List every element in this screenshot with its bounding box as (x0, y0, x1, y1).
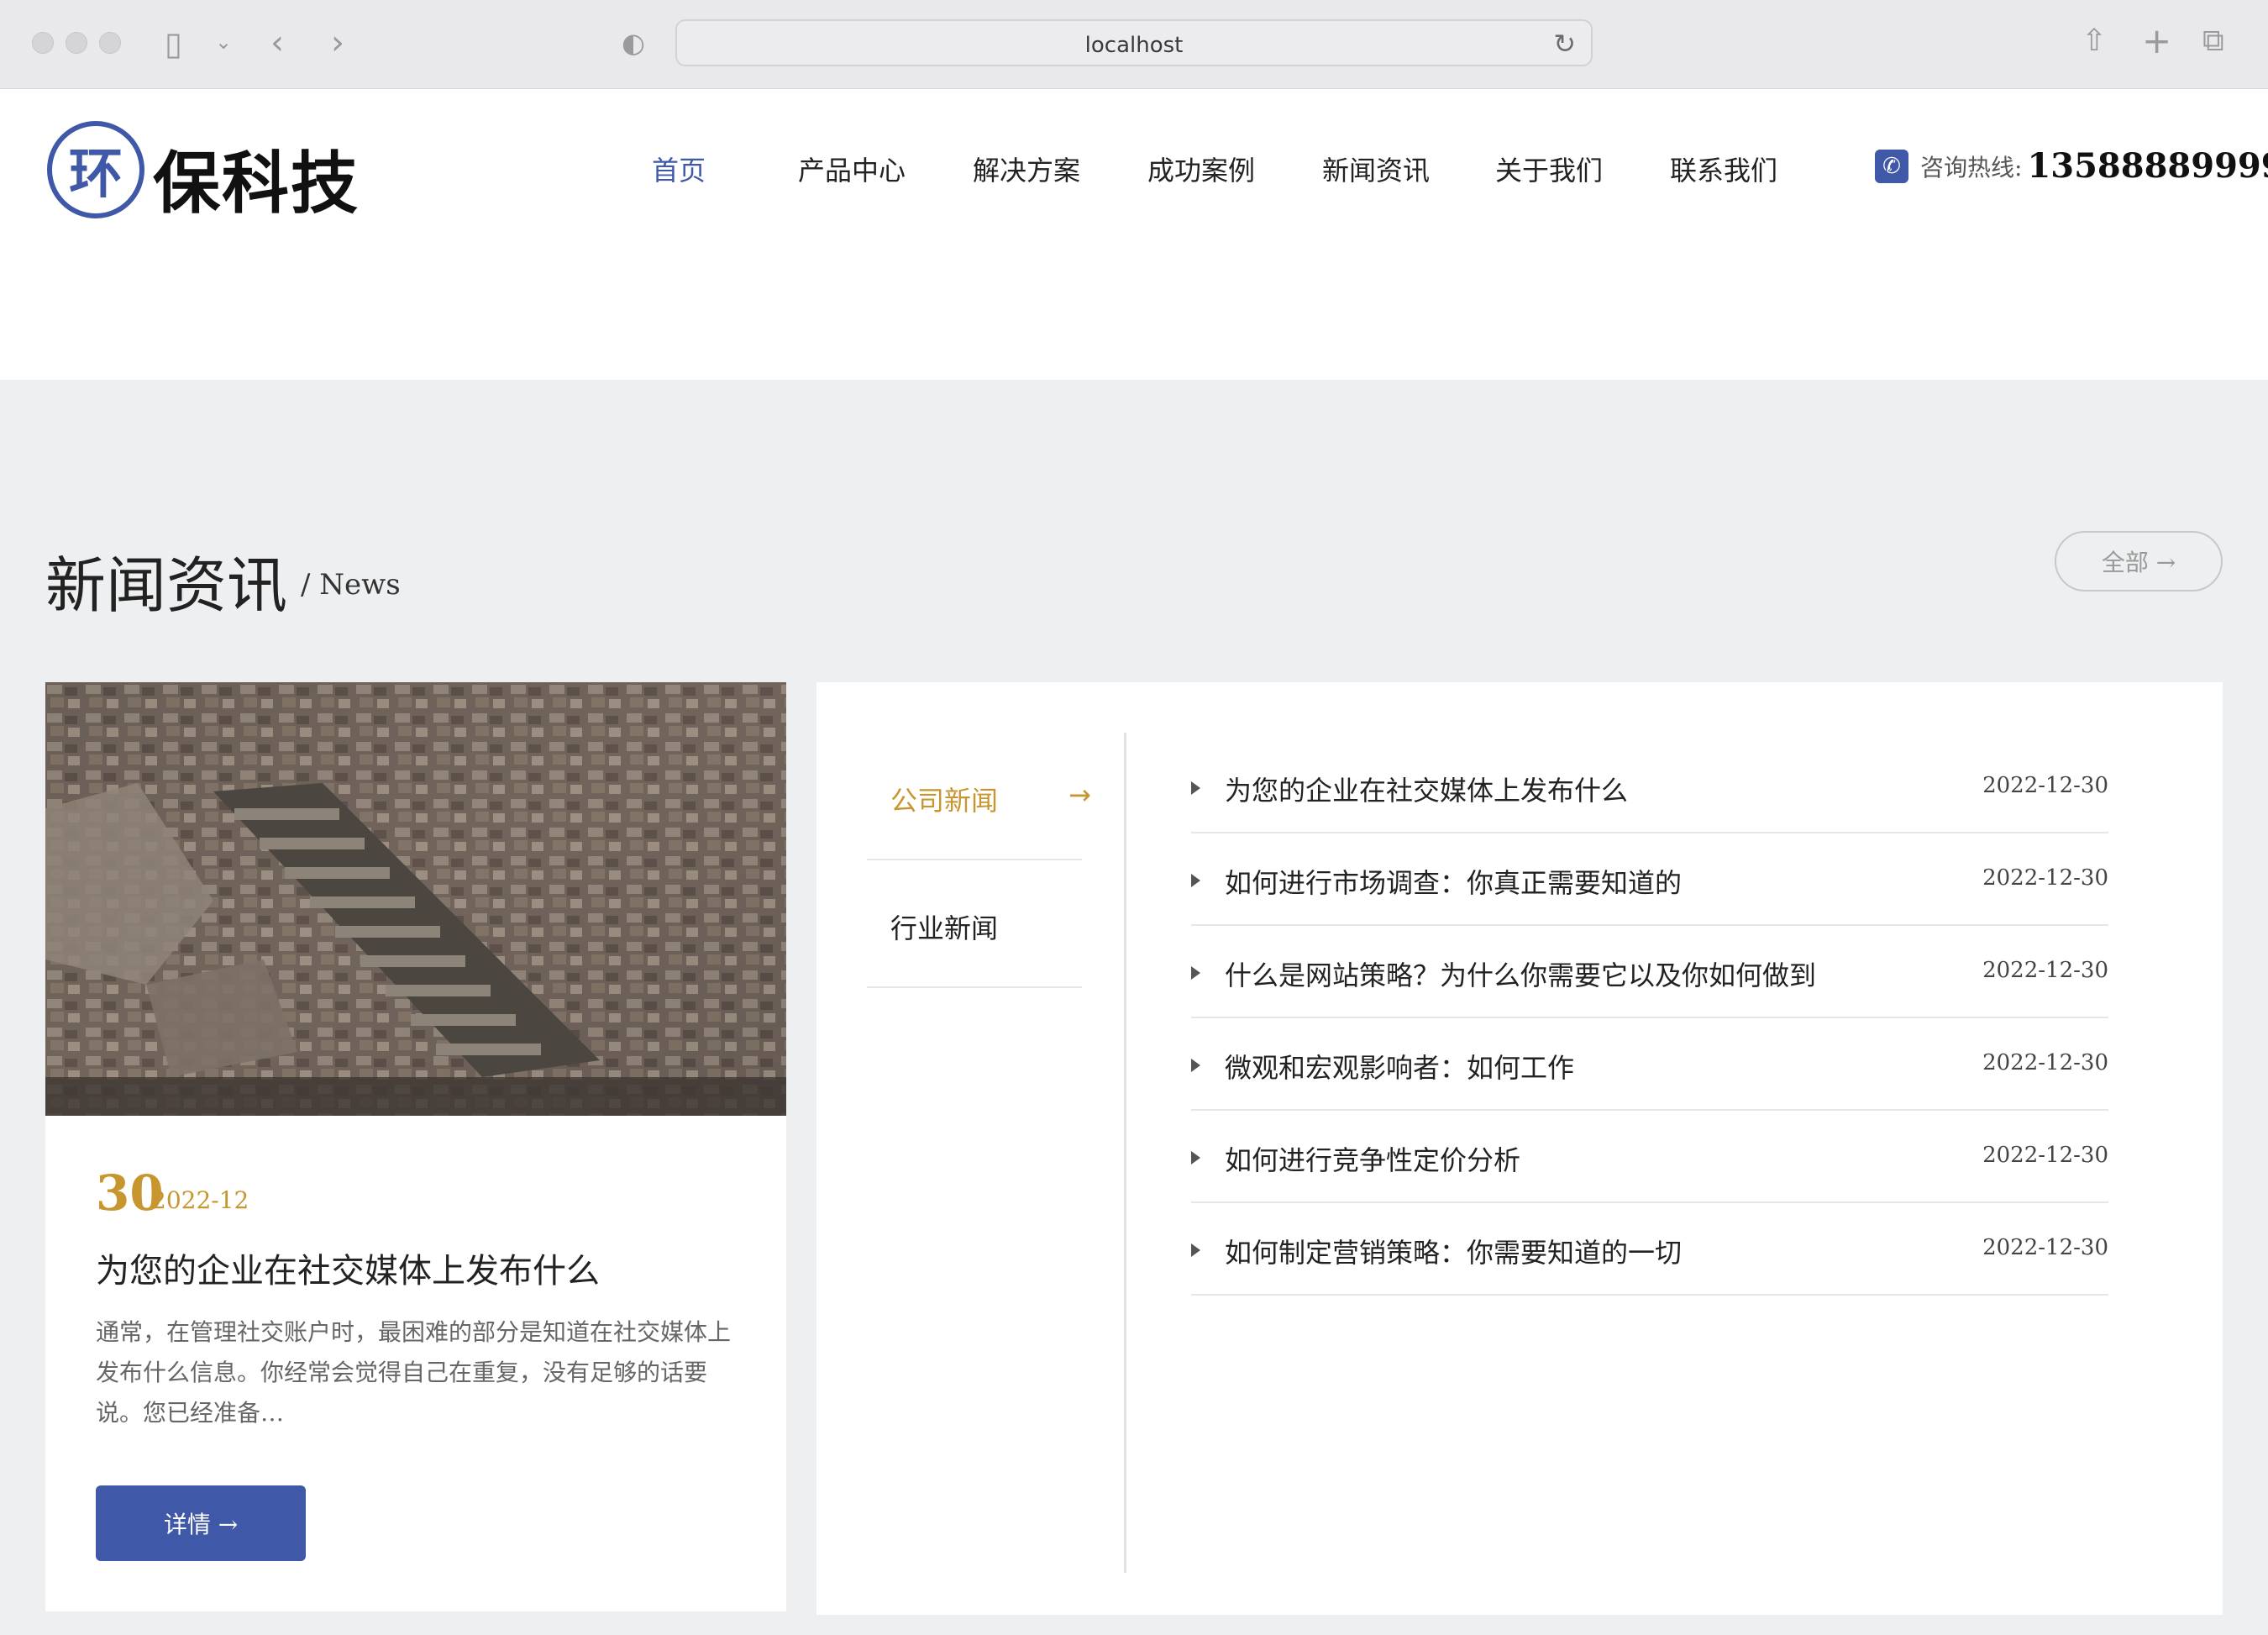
reload-icon[interactable]: ↻ (1553, 28, 1576, 60)
detail-button[interactable]: 详情 → (96, 1485, 306, 1561)
logo-glyph: 环 (69, 143, 123, 206)
featured-news-card: 30 2022-12 为您的企业在社交媒体上发布什么 通常，在管理社交账户时，最… (45, 682, 786, 1611)
section-subtitle: / News (301, 568, 401, 602)
tab-label: 公司新闻 (890, 785, 999, 817)
hotline-number[interactable]: 13588889999 (2027, 146, 2268, 186)
news-title: 微观和宏观影响者：如何工作 (1225, 1052, 1575, 1084)
nav-about[interactable]: 关于我们 (1495, 150, 1603, 188)
news-date: 2022-12-30 (1982, 1235, 2108, 1260)
tab-industry-news[interactable]: 行业新闻 (867, 860, 1082, 988)
share-icon[interactable]: ⇧ (2082, 24, 2107, 58)
phone-icon: ✆ (1875, 149, 1908, 183)
section-title: 新闻资讯 (45, 550, 288, 621)
nav-cases[interactable]: 成功案例 (1147, 150, 1255, 188)
nav-home[interactable]: 首页 (652, 150, 706, 188)
chevron-down-icon[interactable]: ⌄ (215, 30, 232, 54)
hotline-label: 咨询热线: (1920, 153, 2023, 181)
news-title: 如何制定营销策略：你需要知道的一切 (1225, 1237, 1683, 1269)
triangle-bullet-icon (1191, 1243, 1200, 1257)
zoom-window-button[interactable] (99, 32, 121, 54)
news-date: 2022-12-30 (1982, 958, 2108, 983)
featured-image[interactable] (45, 682, 786, 1116)
news-list-item[interactable]: 微观和宏观影响者：如何工作 2022-12-30 (1191, 1018, 2108, 1111)
featured-year-month: 2022-12 (151, 1186, 249, 1214)
view-all-button[interactable]: 全部 → (2055, 531, 2223, 591)
news-title: 如何进行市场调查：你真正需要知道的 (1225, 867, 1683, 899)
triangle-bullet-icon (1191, 1059, 1200, 1072)
news-list-item[interactable]: 如何进行市场调查：你真正需要知道的 2022-12-30 (1191, 833, 2108, 926)
news-date: 2022-12-30 (1982, 1143, 2108, 1168)
logo-text[interactable]: 保科技 (153, 129, 360, 227)
nav-contact[interactable]: 联系我们 (1670, 150, 1777, 188)
shield-icon[interactable]: ◐ (622, 27, 645, 59)
news-date: 2022-12-30 (1982, 865, 2108, 891)
featured-description: 通常，在管理社交账户时，最困难的部分是知道在社交媒体上发布什么信息。你经常会觉得… (96, 1318, 732, 1427)
tab-label: 行业新闻 (890, 912, 999, 944)
tab-company-news[interactable]: 公司新闻 → (867, 733, 1091, 860)
arrow-right-icon: → (1068, 779, 1091, 811)
news-list-item[interactable]: 如何进行竞争性定价分析 2022-12-30 (1191, 1111, 2108, 1203)
browser-toolbar: ▯ ⌄ ‹ › ◐ localhost ↻ ⇧ + ⧉ (0, 0, 2268, 89)
url-text: localhost (1084, 33, 1184, 58)
address-bar[interactable]: localhost ↻ (675, 19, 1593, 66)
news-list-item[interactable]: 为您的企业在社交媒体上发布什么 2022-12-30 (1191, 741, 2108, 833)
triangle-bullet-icon (1191, 1151, 1200, 1164)
site-header: 环 保科技 首页 产品中心 解决方案 成功案例 新闻资讯 关于我们 联系我们 ✆… (0, 89, 2268, 380)
news-date: 2022-12-30 (1982, 1050, 2108, 1075)
news-list-item[interactable]: 什么是网站策略？为什么你需要它以及你如何做到 2022-12-30 (1191, 926, 2108, 1018)
nav-solutions[interactable]: 解决方案 (973, 150, 1080, 188)
nav-news[interactable]: 新闻资讯 (1322, 150, 1430, 188)
featured-title[interactable]: 为您的企业在社交媒体上发布什么 (96, 1243, 600, 1292)
news-title: 如何进行竞争性定价分析 (1225, 1144, 1521, 1176)
triangle-bullet-icon (1191, 874, 1200, 887)
panel-divider (1124, 733, 1126, 1573)
new-tab-icon[interactable]: + (2142, 20, 2171, 61)
logo-emblem[interactable]: 环 (47, 121, 144, 218)
news-panel: 公司新闻 → 行业新闻 为您的企业在社交媒体上发布什么 2022-12-30 如… (816, 682, 2223, 1615)
tab-overview-icon[interactable]: ⧉ (2202, 24, 2224, 59)
sidebar-toggle-icon[interactable]: ▯ (165, 25, 182, 62)
nav-products[interactable]: 产品中心 (798, 150, 906, 188)
back-icon[interactable]: ‹ (270, 24, 284, 62)
news-title: 什么是网站策略？为什么你需要它以及你如何做到 (1225, 959, 1817, 991)
news-title: 为您的企业在社交媒体上发布什么 (1225, 775, 1629, 807)
hotline: ✆ 咨询热线: 13588889999 (1875, 146, 2268, 186)
forward-icon[interactable]: › (331, 24, 344, 62)
minimize-window-button[interactable] (66, 32, 87, 54)
news-list-item[interactable]: 如何制定营销策略：你需要知道的一切 2022-12-30 (1191, 1203, 2108, 1296)
close-window-button[interactable] (32, 32, 54, 54)
triangle-bullet-icon (1191, 966, 1200, 980)
news-date: 2022-12-30 (1982, 773, 2108, 798)
triangle-bullet-icon (1191, 781, 1200, 795)
